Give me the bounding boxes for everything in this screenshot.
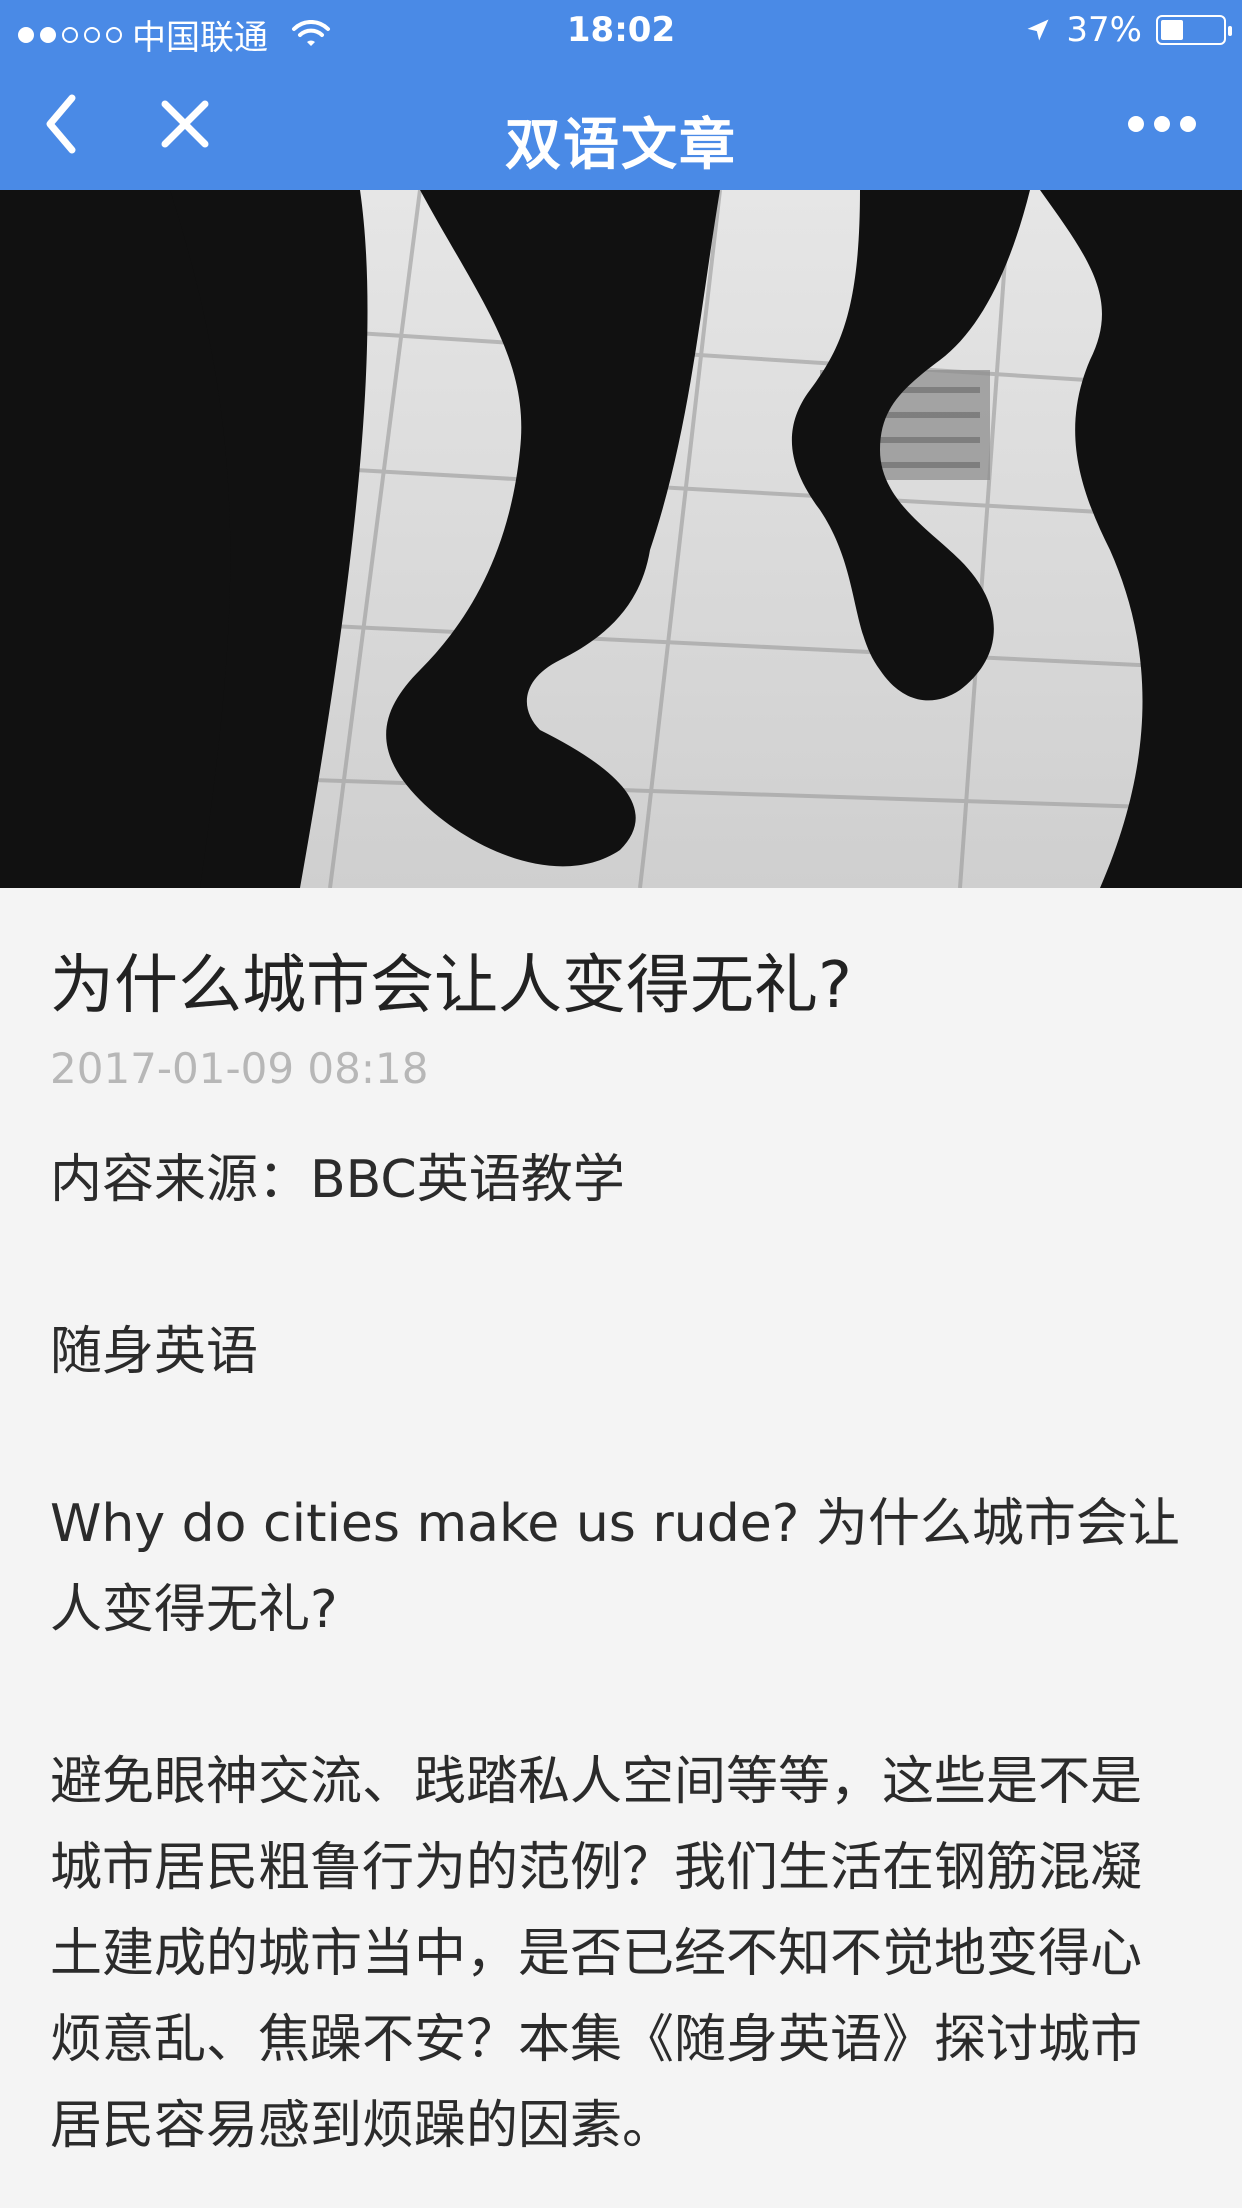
more-dots-icon	[1126, 114, 1198, 138]
street-silhouette-image	[0, 190, 1242, 888]
article-section: 随身英语	[50, 1322, 259, 1382]
battery-percent: 37%	[1066, 10, 1142, 50]
page-title: 双语文章	[505, 113, 737, 178]
more-button[interactable]	[1122, 82, 1202, 170]
article-bilingual-headline: Why do cities make us rude? 为什么城市会让人变得无礼…	[50, 1494, 1180, 1640]
battery-icon	[1156, 15, 1232, 45]
article: 为什么城市会让人变得无礼? 2017-01-09 08:18 内容来源：BBC英…	[50, 900, 1192, 2169]
article-title: 为什么城市会让人变得无礼?	[50, 949, 852, 1023]
location-arrow-icon	[1024, 16, 1052, 44]
article-datetime: 2017-01-09 08:18	[50, 1044, 429, 1093]
app-header: 中国联通 18:02 37% 双语文章	[0, 0, 1242, 190]
article-summary: 避免眼神交流、践踏私人空间等等，这些是不是城市居民粗鲁行为的范例？我们生活在钢筋…	[50, 1752, 1143, 2156]
status-bar: 中国联通 18:02 37%	[0, 0, 1242, 62]
nav-bar: 双语文章	[0, 62, 1242, 190]
status-right: 37%	[1024, 10, 1232, 50]
article-source: 内容来源：BBC英语教学	[50, 1150, 625, 1210]
hero-image	[0, 190, 1242, 888]
